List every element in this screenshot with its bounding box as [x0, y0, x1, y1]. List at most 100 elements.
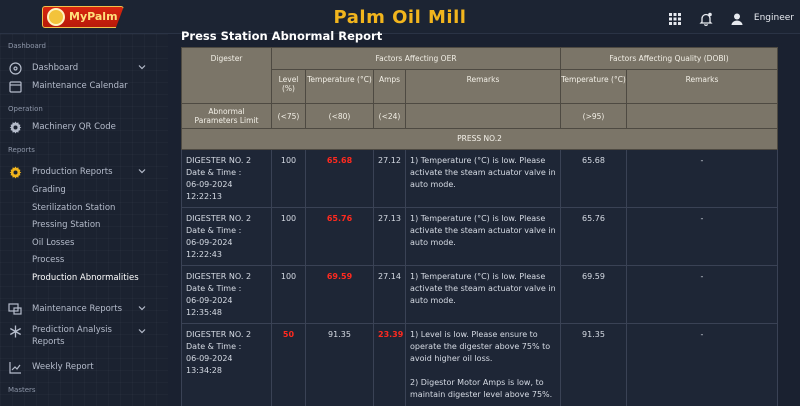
sidebar-item-prediction-analysis[interactable]: Prediction Analysis Reports	[8, 324, 158, 350]
apps-grid-icon[interactable]	[668, 11, 682, 25]
gear-icon	[8, 120, 22, 134]
remarks-cell: 1) Level is low. Please ensure to operat…	[405, 323, 561, 406]
col-header-remarks-dobi: Remarks	[626, 69, 778, 104]
date-value: 06-09-2024	[186, 180, 233, 189]
chevron-down-icon	[138, 304, 146, 312]
bell-icon[interactable]	[699, 11, 713, 26]
date-label: Date & Time :	[186, 284, 242, 293]
sidebar-item-label: Maintenance Reports	[32, 304, 123, 314]
gear-icon	[8, 165, 22, 179]
sidebar-item-maintenance-reports[interactable]: Maintenance Reports	[8, 301, 158, 317]
sidebar-item-machinery-qr[interactable]: Machinery QR Code	[8, 119, 158, 135]
limit-level: (<75)	[271, 103, 306, 129]
sidebar-subitem-oil-losses[interactable]: Oil Losses	[32, 238, 74, 248]
time-value: 12:22:13	[186, 192, 222, 201]
remarks-dobi-cell: -	[626, 265, 778, 324]
col-header-temperature: Temperature (°C)	[305, 69, 374, 104]
user-name[interactable]: Engineer	[754, 13, 794, 23]
calendar-icon	[8, 79, 22, 93]
table-row: DIGESTER NO. 2 Date & Time : 06-09-2024 …	[181, 265, 778, 324]
limit-remarks	[405, 103, 561, 129]
section-label-dashboard: Dashboard	[8, 42, 46, 50]
chevron-down-icon	[138, 167, 146, 175]
sidebar-item-label: Maintenance Calendar	[32, 81, 128, 91]
chevron-down-icon	[138, 327, 146, 335]
chevron-down-icon	[138, 63, 146, 71]
sidebar-item-dashboard[interactable]: Dashboard	[8, 60, 158, 76]
level-cell: 100	[271, 265, 306, 324]
time-value: 12:35:48	[186, 308, 222, 317]
amps-cell: 27.13	[373, 207, 406, 266]
sidebar: Dashboard Dashboard Maintenance Calendar…	[0, 34, 168, 406]
temperature-cell: 65.68	[305, 149, 374, 208]
logo-text: MyPalm	[69, 10, 118, 23]
date-label: Date & Time :	[186, 342, 242, 351]
digester-name: DIGESTER NO. 2	[186, 156, 252, 165]
temperature-dobi-cell: 65.76	[560, 207, 627, 266]
section-label-masters: Masters	[8, 386, 36, 394]
date-label: Date & Time :	[186, 168, 242, 177]
digester-cell: DIGESTER NO. 2 Date & Time : 06-09-2024 …	[181, 207, 272, 266]
abnormal-limit-label: Abnormal Parameters Limit	[181, 103, 272, 129]
snowflake-icon	[8, 324, 22, 338]
limit-remarks-dobi	[626, 103, 778, 129]
limit-temperature-dobi: (>95)	[560, 103, 627, 129]
digester-name: DIGESTER NO. 2	[186, 330, 252, 339]
remarks-dobi-cell: -	[626, 323, 778, 406]
remark-line: 2) Digestor Motor Amps is low, to mainta…	[410, 378, 553, 399]
limit-amps: (<24)	[373, 103, 406, 129]
page-title: Press Station Abnormal Report	[181, 29, 383, 43]
logo-emblem-icon	[47, 8, 65, 26]
dashboard-icon	[8, 61, 22, 75]
sidebar-item-production-reports[interactable]: Production Reports	[8, 164, 158, 180]
time-value: 13:34:28	[186, 366, 222, 375]
section-label-reports: Reports	[8, 146, 35, 154]
col-header-digester: Digester	[181, 47, 272, 104]
digester-name: DIGESTER NO. 2	[186, 272, 252, 281]
remark-line: 1) Level is low. Please ensure to operat…	[410, 330, 551, 363]
press-group-label: PRESS NO.2	[181, 128, 778, 150]
group-header-dobi: Factors Affecting Quality (DOBI)	[560, 47, 778, 70]
sidebar-subitem-sterilization[interactable]: Sterilization Station	[32, 203, 115, 213]
chart-icon	[8, 360, 22, 374]
level-cell: 50	[271, 323, 306, 406]
sidebar-subitem-production-abnormalities[interactable]: Production Abnormalities	[32, 273, 139, 283]
temperature-cell: 69.59	[305, 265, 374, 324]
temperature-dobi-cell: 65.68	[560, 149, 627, 208]
remarks-dobi-cell: -	[626, 207, 778, 266]
col-header-amps: Amps	[373, 69, 406, 104]
amps-cell: 27.12	[373, 149, 406, 208]
col-header-level: Level (%)	[271, 69, 306, 104]
date-value: 06-09-2024	[186, 238, 233, 247]
sidebar-subitem-process[interactable]: Process	[32, 255, 64, 265]
level-cell: 100	[271, 149, 306, 208]
amps-cell: 23.39	[373, 323, 406, 406]
monitor-icon	[8, 302, 22, 316]
limit-temperature: (<80)	[305, 103, 374, 129]
sidebar-item-weekly-report[interactable]: Weekly Report	[8, 359, 158, 375]
col-header-temperature-dobi: Temperature (°C)	[560, 69, 627, 104]
section-label-operation: Operation	[8, 105, 43, 113]
date-label: Date & Time :	[186, 226, 242, 235]
amps-cell: 27.14	[373, 265, 406, 324]
table-row: DIGESTER NO. 2 Date & Time : 06-09-2024 …	[181, 323, 778, 406]
col-header-remarks: Remarks	[405, 69, 561, 104]
sidebar-subitem-pressing[interactable]: Pressing Station	[32, 220, 100, 230]
main-content: Press Station Abnormal Report Digester F…	[180, 28, 800, 406]
remarks-dobi-cell: -	[626, 149, 778, 208]
sidebar-item-label: Machinery QR Code	[32, 122, 116, 132]
sidebar-subitem-grading[interactable]: Grading	[32, 185, 66, 195]
date-value: 06-09-2024	[186, 354, 233, 363]
sidebar-item-label: Weekly Report	[32, 362, 94, 372]
digester-cell: DIGESTER NO. 2 Date & Time : 06-09-2024 …	[181, 149, 272, 208]
level-cell: 100	[271, 207, 306, 266]
remarks-cell: 1) Temperature (°C) is low. Please activ…	[405, 149, 561, 208]
group-header-oer: Factors Affecting OER	[271, 47, 561, 70]
user-icon[interactable]	[730, 11, 744, 25]
digester-name: DIGESTER NO. 2	[186, 214, 252, 223]
digester-cell: DIGESTER NO. 2 Date & Time : 06-09-2024 …	[181, 265, 272, 324]
sidebar-item-maintenance-calendar[interactable]: Maintenance Calendar	[8, 78, 158, 94]
temperature-cell: 91.35	[305, 323, 374, 406]
digester-cell: DIGESTER NO. 2 Date & Time : 06-09-2024 …	[181, 323, 272, 406]
mypalm-logo[interactable]: MyPalm	[42, 6, 124, 28]
